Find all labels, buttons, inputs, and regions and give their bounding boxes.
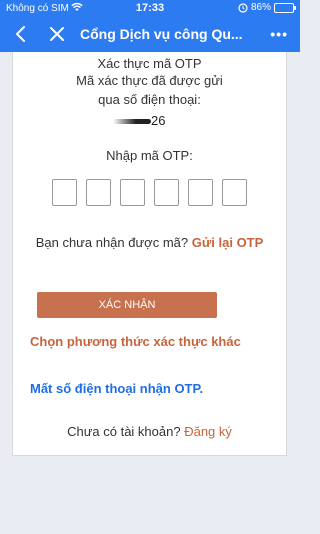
header: Không có SIM 17:33 86% Cổng Dịch vụ công… (0, 0, 300, 52)
signup-link[interactable]: Đăng ký (184, 424, 232, 439)
phone-mask (113, 119, 151, 124)
otp-digit-3[interactable] (120, 179, 145, 206)
battery-icon (274, 2, 296, 13)
otp-digit-4[interactable] (154, 179, 179, 206)
otp-digit-6[interactable] (222, 179, 247, 206)
otp-heading: Xác thực mã OTP (97, 56, 202, 71)
otp-label: Nhập mã OTP: (106, 148, 193, 163)
alt-method-link[interactable]: Chọn phương thức xác thực khác (30, 332, 280, 352)
close-icon[interactable] (46, 23, 68, 45)
sent-message-line2: qua số điện thoại: (98, 92, 201, 107)
sent-message-line1: Mã xác thực đã được gửi (76, 73, 223, 88)
resend-otp-link[interactable]: Gửi lại OTP (192, 235, 264, 250)
status-bar: Không có SIM 17:33 86% (0, 0, 300, 17)
nav-bar: Cổng Dịch vụ công Qu... ••• (0, 17, 300, 52)
lost-phone-link[interactable]: Mất số điện thoại nhận OTP. (30, 381, 280, 396)
battery-percent: 86% (250, 2, 271, 13)
not-received-text: Bạn chưa nhận được mã? (35, 235, 189, 250)
resend-row: Bạn chưa nhận được mã? Gửi lại OTP (13, 230, 286, 255)
otp-digit-1[interactable] (52, 179, 77, 206)
otp-input-group (13, 179, 286, 206)
alarm-icon (238, 2, 248, 13)
chevron-left-icon[interactable] (10, 23, 32, 45)
otp-digit-5[interactable] (188, 179, 213, 206)
otp-card: Xác thực mã OTP Mã xác thực đã được gửi … (12, 52, 287, 456)
phone-number: 26 (113, 113, 193, 129)
otp-digit-2[interactable] (86, 179, 111, 206)
phone-suffix: 26 (151, 113, 166, 128)
signup-row: Chưa có tài khoản? Đăng ký (13, 424, 286, 439)
no-account-text: Chưa có tài khoản? (67, 424, 181, 439)
status-right: 86% (238, 2, 296, 13)
page-title: Cổng Dịch vụ công Qu... (80, 26, 243, 42)
confirm-button[interactable]: XÁC NHẬN (37, 292, 217, 318)
more-options-button[interactable]: ••• (270, 26, 288, 42)
